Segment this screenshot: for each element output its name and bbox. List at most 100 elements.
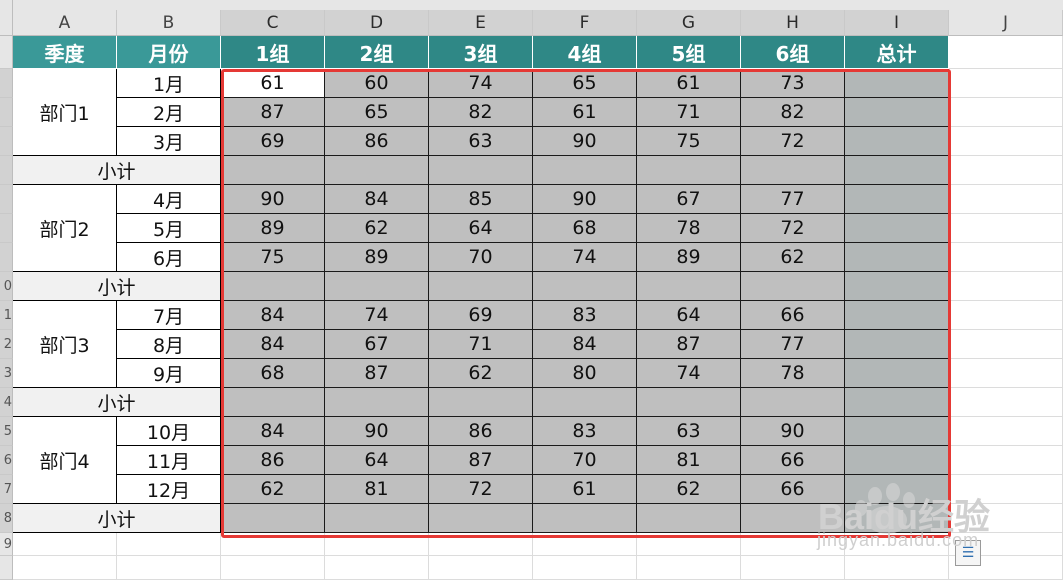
data-cell[interactable]: 90 — [325, 417, 429, 446]
data-cell[interactable]: 74 — [533, 243, 637, 272]
total-cell[interactable] — [845, 214, 949, 243]
department-label[interactable]: 部门1 — [13, 69, 117, 156]
row-header[interactable] — [0, 556, 13, 580]
month-label[interactable]: 10月 — [117, 417, 221, 446]
data-cell[interactable]: 60 — [325, 69, 429, 98]
data-cell[interactable]: 74 — [429, 69, 533, 98]
subtotal-cell[interactable] — [221, 504, 325, 533]
subtotal-cell[interactable] — [637, 272, 741, 301]
data-cell[interactable]: 90 — [221, 185, 325, 214]
data-cell[interactable]: 69 — [429, 301, 533, 330]
empty-cell[interactable] — [221, 556, 325, 580]
row-header[interactable] — [0, 156, 13, 185]
empty-cell[interactable] — [949, 359, 1063, 388]
empty-cell[interactable] — [429, 556, 533, 580]
empty-cell[interactable] — [533, 533, 637, 556]
empty-cell[interactable] — [949, 98, 1063, 127]
data-cell[interactable]: 64 — [325, 446, 429, 475]
column-header-b[interactable]: B — [117, 10, 221, 36]
empty-cell[interactable] — [13, 533, 117, 556]
data-cell[interactable]: 89 — [637, 243, 741, 272]
header-cell[interactable]: 季度 — [13, 36, 117, 69]
total-cell[interactable] — [845, 446, 949, 475]
month-label[interactable]: 5月 — [117, 214, 221, 243]
empty-cell[interactable] — [325, 556, 429, 580]
data-cell[interactable]: 90 — [533, 127, 637, 156]
empty-cell[interactable] — [949, 185, 1063, 214]
month-label[interactable]: 3月 — [117, 127, 221, 156]
total-cell[interactable] — [845, 272, 949, 301]
empty-cell[interactable] — [117, 556, 221, 580]
header-cell[interactable]: 4组 — [533, 36, 637, 69]
total-cell[interactable] — [845, 98, 949, 127]
data-cell[interactable]: 71 — [637, 98, 741, 127]
header-cell[interactable]: 月份 — [117, 36, 221, 69]
month-label[interactable]: 8月 — [117, 330, 221, 359]
data-cell[interactable]: 62 — [221, 475, 325, 504]
subtotal-cell[interactable] — [637, 156, 741, 185]
data-cell[interactable]: 72 — [741, 214, 845, 243]
header-cell[interactable]: 3组 — [429, 36, 533, 69]
subtotal-cell[interactable] — [325, 156, 429, 185]
data-cell[interactable]: 72 — [741, 127, 845, 156]
row-header[interactable] — [0, 69, 13, 98]
empty-cell[interactable] — [117, 533, 221, 556]
data-cell[interactable]: 77 — [741, 330, 845, 359]
row-header[interactable]: 0 — [0, 272, 13, 301]
data-cell[interactable]: 85 — [429, 185, 533, 214]
empty-cell[interactable] — [949, 214, 1063, 243]
subtotal-cell[interactable] — [533, 388, 637, 417]
data-cell[interactable]: 82 — [429, 98, 533, 127]
column-header-j[interactable]: J — [949, 10, 1063, 36]
data-cell[interactable]: 70 — [533, 446, 637, 475]
total-cell[interactable] — [845, 388, 949, 417]
empty-cell[interactable] — [949, 446, 1063, 475]
data-cell[interactable]: 62 — [429, 359, 533, 388]
data-cell[interactable]: 68 — [221, 359, 325, 388]
row-header[interactable]: 6 — [0, 446, 13, 475]
header-cell[interactable]: 5组 — [637, 36, 741, 69]
month-label[interactable]: 12月 — [117, 475, 221, 504]
total-cell[interactable] — [845, 330, 949, 359]
empty-cell[interactable] — [845, 556, 949, 580]
data-cell[interactable]: 64 — [637, 301, 741, 330]
data-cell[interactable]: 83 — [533, 417, 637, 446]
data-cell[interactable]: 63 — [637, 417, 741, 446]
row-header[interactable]: 9 — [0, 533, 13, 556]
row-header[interactable]: 3 — [0, 359, 13, 388]
data-cell[interactable]: 61 — [533, 98, 637, 127]
subtotal-cell[interactable] — [741, 156, 845, 185]
department-label[interactable]: 部门3 — [13, 301, 117, 388]
data-cell[interactable]: 63 — [429, 127, 533, 156]
data-cell[interactable]: 81 — [325, 475, 429, 504]
data-cell[interactable]: 78 — [637, 214, 741, 243]
data-cell[interactable]: 87 — [221, 98, 325, 127]
data-cell[interactable]: 84 — [221, 417, 325, 446]
total-cell[interactable] — [845, 69, 949, 98]
empty-cell[interactable] — [949, 301, 1063, 330]
column-header-d[interactable]: D — [325, 10, 429, 36]
month-label[interactable]: 6月 — [117, 243, 221, 272]
subtotal-cell[interactable] — [221, 272, 325, 301]
empty-cell[interactable] — [741, 556, 845, 580]
empty-cell[interactable] — [533, 556, 637, 580]
subtotal-cell[interactable] — [429, 156, 533, 185]
data-cell[interactable]: 61 — [221, 69, 325, 98]
total-cell[interactable] — [845, 301, 949, 330]
empty-cell[interactable] — [949, 272, 1063, 301]
row-header[interactable] — [0, 98, 13, 127]
data-cell[interactable]: 66 — [741, 301, 845, 330]
column-header-f[interactable]: F — [533, 10, 637, 36]
empty-cell[interactable] — [13, 556, 117, 580]
data-cell[interactable]: 74 — [325, 301, 429, 330]
total-cell[interactable] — [845, 359, 949, 388]
header-cell[interactable]: 总计 — [845, 36, 949, 69]
empty-cell[interactable] — [949, 127, 1063, 156]
empty-cell[interactable] — [221, 533, 325, 556]
data-cell[interactable]: 67 — [637, 185, 741, 214]
data-cell[interactable]: 87 — [637, 330, 741, 359]
subtotal-cell[interactable] — [637, 504, 741, 533]
row-header[interactable]: 4 — [0, 388, 13, 417]
data-cell[interactable]: 77 — [741, 185, 845, 214]
empty-cell[interactable] — [949, 330, 1063, 359]
